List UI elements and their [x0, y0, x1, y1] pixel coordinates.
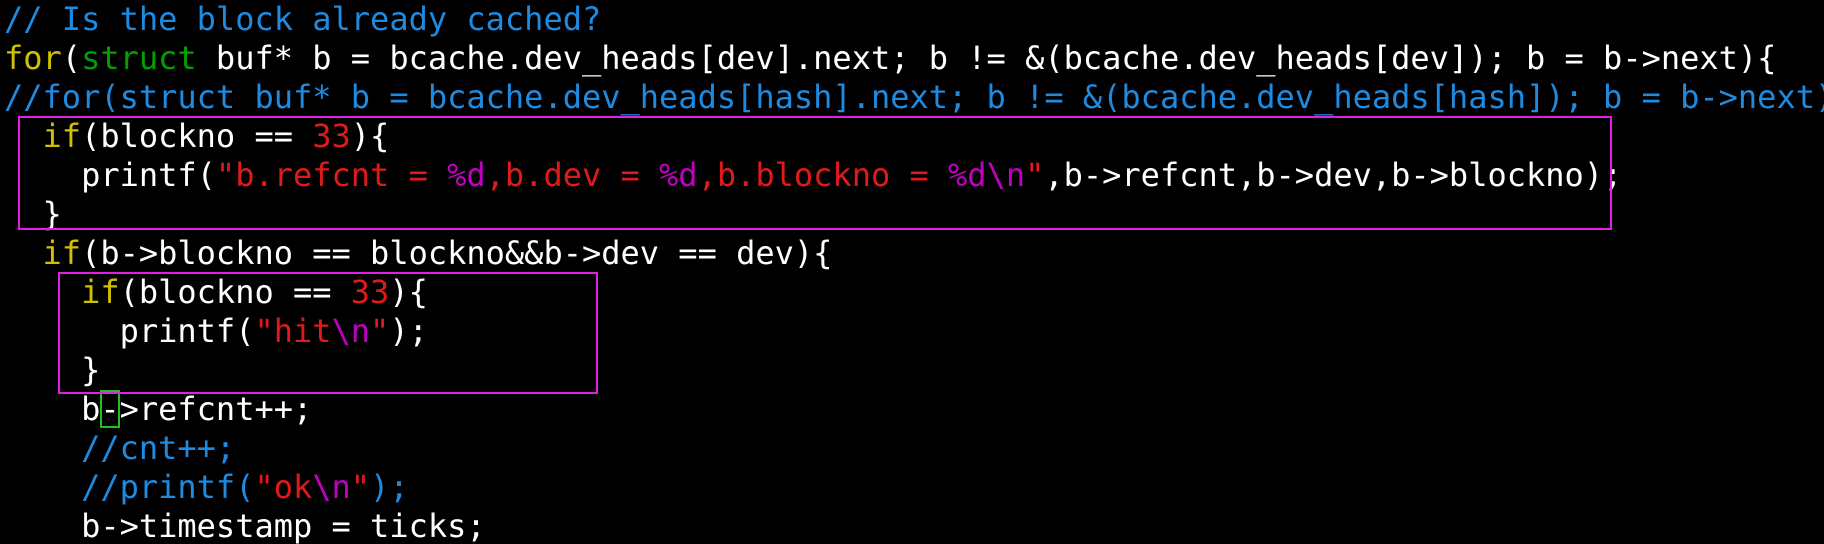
code-token-string: " [370, 312, 390, 350]
code-token-default: ( [61, 39, 82, 77]
code-editor[interactable]: // Is the block already cached? for(struc… [4, 0, 1824, 544]
code-token-default [4, 117, 43, 155]
code-token-comment: //for(struct buf* b = bcache.dev_heads[h… [4, 78, 1824, 116]
code-line[interactable]: //cnt++; [4, 429, 1824, 468]
code-line[interactable]: printf("hit\n"); [4, 312, 1824, 351]
code-line[interactable]: } [4, 351, 1824, 390]
code-token-string: "b.refcnt = [215, 156, 448, 194]
code-token-default [4, 273, 81, 311]
code-token-default: >refcnt++; [119, 390, 313, 428]
code-token-keyword: if [42, 117, 82, 155]
code-token-keyword: if [81, 273, 120, 311]
code-token-default: b->timestamp = ticks; [4, 507, 486, 544]
code-line[interactable]: //printf("ok\n"); [4, 468, 1824, 507]
code-token-default: ,b->refcnt,b->dev,b->blockno); [1044, 156, 1623, 194]
code-token-default: } [4, 351, 101, 389]
code-line[interactable]: printf("b.refcnt = %d,b.dev = %d,b.block… [4, 156, 1824, 195]
code-token-default: b [4, 390, 101, 428]
code-token-number: 33 [312, 117, 351, 155]
code-token-keyword: for [4, 39, 62, 77]
code-token-string: " [350, 468, 371, 506]
code-token-default: printf( [4, 312, 255, 350]
code-token-comment: //cnt++; [81, 429, 236, 467]
code-token-number: 33 [350, 273, 390, 311]
code-token-string: " [1025, 156, 1045, 194]
code-line[interactable]: if(b->blockno == blockno&&b->dev == dev)… [4, 234, 1824, 273]
code-token-string: ,b.dev = [485, 156, 660, 194]
code-token-comment: ); [370, 468, 409, 506]
code-line[interactable]: b->refcnt++; [4, 390, 1824, 429]
code-line[interactable]: for(struct buf* b = bcache.dev_heads[dev… [4, 39, 1824, 78]
code-token-default: (blockno == [81, 117, 313, 155]
code-token-default [4, 429, 81, 467]
code-token-default: printf( [4, 156, 216, 194]
code-token-special: \n [312, 468, 351, 506]
code-token-special: \n [331, 312, 371, 350]
code-token-type: struct [81, 39, 197, 77]
code-token-string: "hit [254, 312, 332, 350]
code-token-keyword: if [42, 234, 82, 272]
code-token-default: ){ [350, 117, 390, 155]
code-token-default: buf* b = bcache.dev_heads[dev].next; b !… [196, 39, 1777, 77]
code-line[interactable]: } [4, 195, 1824, 234]
code-token-default: (b->blockno == blockno&&b->dev == dev){ [81, 234, 833, 272]
code-token-special: %d [447, 156, 486, 194]
code-token-default: } [4, 195, 62, 233]
code-token-string: "ok [254, 468, 313, 506]
code-token-special: %d\n [948, 156, 1026, 194]
code-token-special: %d [659, 156, 698, 194]
text-cursor: - [100, 390, 120, 428]
code-token-default [4, 468, 81, 506]
code-token-default: (blockno == [119, 273, 351, 311]
code-token-comment: //printf( [81, 468, 255, 506]
code-line[interactable]: // Is the block already cached? [4, 0, 1824, 39]
code-line[interactable]: b->timestamp = ticks; [4, 507, 1824, 544]
code-token-default: ); [389, 312, 428, 350]
code-token-string: ,b.blockno = [697, 156, 949, 194]
code-token-default [4, 234, 43, 272]
code-token-default: ){ [389, 273, 428, 311]
code-line[interactable]: //for(struct buf* b = bcache.dev_heads[h… [4, 78, 1824, 117]
code-token-comment: // Is the block already cached? [4, 0, 602, 38]
code-line[interactable]: if(blockno == 33){ [4, 117, 1824, 156]
code-line[interactable]: if(blockno == 33){ [4, 273, 1824, 312]
